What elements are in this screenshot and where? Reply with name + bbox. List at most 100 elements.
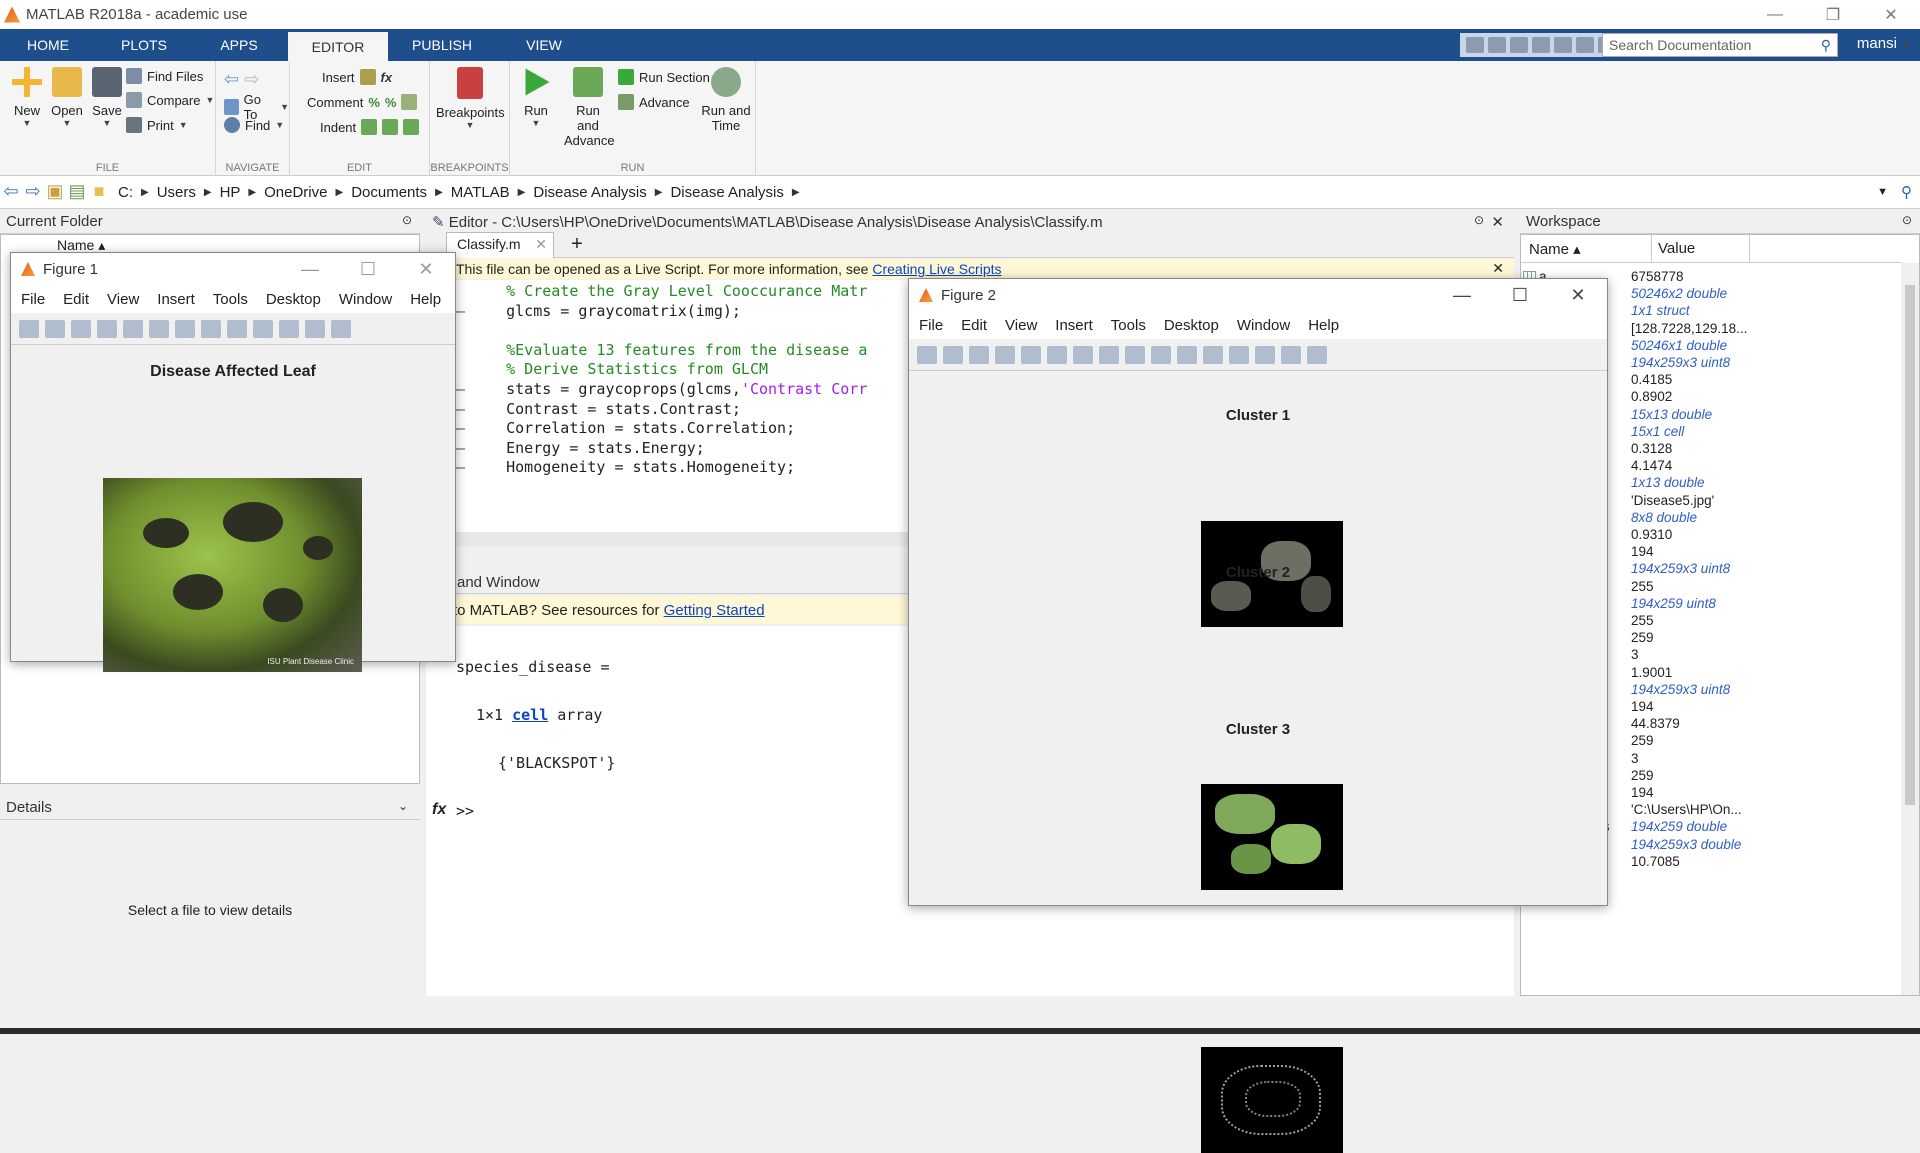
user-account-menu[interactable]: mansi ▼ [1857, 35, 1910, 52]
rotate-icon[interactable] [1125, 345, 1145, 364]
menu-item[interactable]: File [919, 317, 943, 334]
breakpoint-marker[interactable]: — [456, 419, 465, 437]
figure-2-maximize-button[interactable]: ☐ [1491, 279, 1549, 311]
new-tab-button[interactable]: + [562, 232, 592, 258]
find-files-button[interactable]: Find Files [126, 67, 203, 85]
search-folder-icon[interactable]: ⚲ [1901, 183, 1912, 201]
new-figure-icon[interactable] [917, 345, 937, 364]
breadcrumb-item[interactable]: HP [220, 184, 241, 201]
advance-button[interactable]: Advance [618, 94, 690, 110]
breadcrumb-separator-icon[interactable]: ▶ [141, 187, 149, 198]
undo-icon[interactable] [1554, 37, 1572, 53]
zoom-out-icon[interactable] [175, 319, 195, 338]
breakpoints-button[interactable]: Breakpoints ▼ [436, 67, 505, 130]
breakpoint-marker[interactable]: — [456, 380, 465, 398]
back-arrow-icon[interactable]: ⇦ [224, 69, 239, 90]
data-cursor-icon[interactable] [253, 319, 273, 338]
new-button[interactable]: New ▼ [6, 67, 48, 128]
breakpoint-marker[interactable]: — [456, 439, 465, 457]
cell-doc-link[interactable]: cell [512, 706, 548, 724]
details-collapse-icon[interactable]: ⌄ [398, 799, 408, 813]
brush-icon[interactable] [279, 319, 299, 338]
run-and-advance-button[interactable]: Run and Advance [564, 67, 615, 148]
workspace-actions-icon[interactable]: ⊙ [1902, 213, 1912, 227]
forward-arrow-icon[interactable]: ⇨ [244, 69, 259, 90]
workspace-scrollbar[interactable] [1901, 263, 1919, 995]
menu-item[interactable]: Window [339, 291, 392, 308]
tab-classify-m[interactable]: Classify.m ✕ [446, 232, 554, 258]
minimize-button[interactable]: — [1746, 0, 1804, 29]
run-button[interactable]: Run ▼ [518, 67, 554, 128]
zoom-in-icon[interactable] [1047, 345, 1067, 364]
find-button[interactable]: Find ▼ [224, 117, 284, 133]
figure-1-maximize-button[interactable]: ☐ [339, 253, 397, 285]
colorbar-icon[interactable] [331, 319, 351, 338]
tab-editor[interactable]: EDITOR [288, 32, 388, 61]
breadcrumb-separator-icon[interactable]: ▶ [655, 187, 663, 198]
editor-actions-icon[interactable]: ⊙ [1474, 213, 1484, 227]
tab-home[interactable]: HOME [0, 29, 96, 61]
indent-button[interactable]: Indent [320, 119, 420, 135]
compare-button[interactable]: Compare ▼ [126, 92, 214, 108]
open-file-icon[interactable] [943, 345, 963, 364]
breakpoint-marker[interactable]: — [456, 400, 465, 418]
save-figure-icon[interactable] [71, 319, 91, 338]
tab-view[interactable]: VIEW [496, 29, 592, 61]
hide-tools-icon[interactable] [1281, 345, 1301, 364]
name-column-header[interactable]: Name ▴ [1529, 240, 1581, 258]
back-icon[interactable]: ⇦ [0, 181, 22, 203]
function-browser-icon[interactable]: fx [432, 801, 446, 819]
wrap-comments-icon[interactable] [401, 94, 418, 110]
up-folder-icon[interactable]: ▣ [44, 181, 66, 203]
notice-close-icon[interactable]: ✕ [1492, 260, 1504, 277]
menu-item[interactable]: Insert [157, 291, 195, 308]
run-section-button[interactable]: Run Section [618, 69, 710, 85]
tab-publish[interactable]: PUBLISH [390, 29, 494, 61]
breadcrumb-item[interactable]: Users [157, 184, 196, 201]
restore-button[interactable]: ❐ [1804, 0, 1862, 29]
breadcrumb-item[interactable]: Disease Analysis [670, 184, 783, 201]
decrease-indent-icon[interactable] [403, 119, 420, 135]
breadcrumb-item[interactable]: MATLAB [451, 184, 510, 201]
show-tools-icon[interactable] [1307, 345, 1327, 364]
menu-item[interactable]: Help [1308, 317, 1339, 334]
breadcrumb-separator-icon[interactable]: ▶ [792, 187, 800, 198]
value-column-header[interactable]: Value [1651, 235, 1701, 263]
search-documentation-input[interactable]: Search Documentation ⚲ [1602, 33, 1838, 57]
zoom-in-icon[interactable] [149, 319, 169, 338]
fx-icon[interactable]: fx [381, 70, 393, 85]
breadcrumb-separator-icon[interactable]: ▶ [518, 187, 526, 198]
menu-item[interactable]: Help [410, 291, 441, 308]
breadcrumb-item[interactable]: Disease Analysis [533, 184, 646, 201]
breakpoint-marker[interactable]: — [456, 458, 465, 476]
figure-1-close-button[interactable]: ✕ [397, 253, 455, 285]
save-button[interactable]: Save ▼ [86, 67, 128, 128]
menu-item[interactable]: File [21, 291, 45, 308]
save-icon[interactable] [1466, 37, 1484, 53]
comment-button[interactable]: Comment%% [307, 94, 418, 110]
print-figure-icon[interactable] [995, 345, 1015, 364]
figure-1-minimize-button[interactable]: — [281, 253, 339, 285]
copy-icon[interactable] [1510, 37, 1528, 53]
zoom-out-icon[interactable] [1073, 345, 1093, 364]
open-button[interactable]: Open ▼ [46, 67, 88, 128]
brush-icon[interactable] [1177, 345, 1197, 364]
menu-item[interactable]: Desktop [266, 291, 321, 308]
data-cursor-icon[interactable] [1151, 345, 1171, 364]
menu-item[interactable]: View [1005, 317, 1037, 334]
print-button[interactable]: Print ▼ [126, 117, 188, 133]
breadcrumb-item[interactable]: C: [118, 184, 133, 201]
redo-icon[interactable] [1576, 37, 1594, 53]
forward-icon[interactable]: ⇨ [22, 181, 44, 203]
uncomment-icon[interactable]: % [385, 95, 397, 110]
save-figure-icon[interactable] [969, 345, 989, 364]
insert-button[interactable]: Insert fx [322, 69, 392, 85]
figure-2-close-button[interactable]: ✕ [1549, 279, 1607, 311]
tab-apps[interactable]: APPS [192, 29, 286, 61]
pan-icon[interactable] [201, 319, 221, 338]
workspace-scrollbar-thumb[interactable] [1905, 285, 1915, 805]
menu-item[interactable]: Edit [63, 291, 89, 308]
rotate-icon[interactable] [227, 319, 247, 338]
legend-icon[interactable] [1255, 345, 1275, 364]
path-dropdown-icon[interactable]: ▼ [1877, 186, 1888, 198]
